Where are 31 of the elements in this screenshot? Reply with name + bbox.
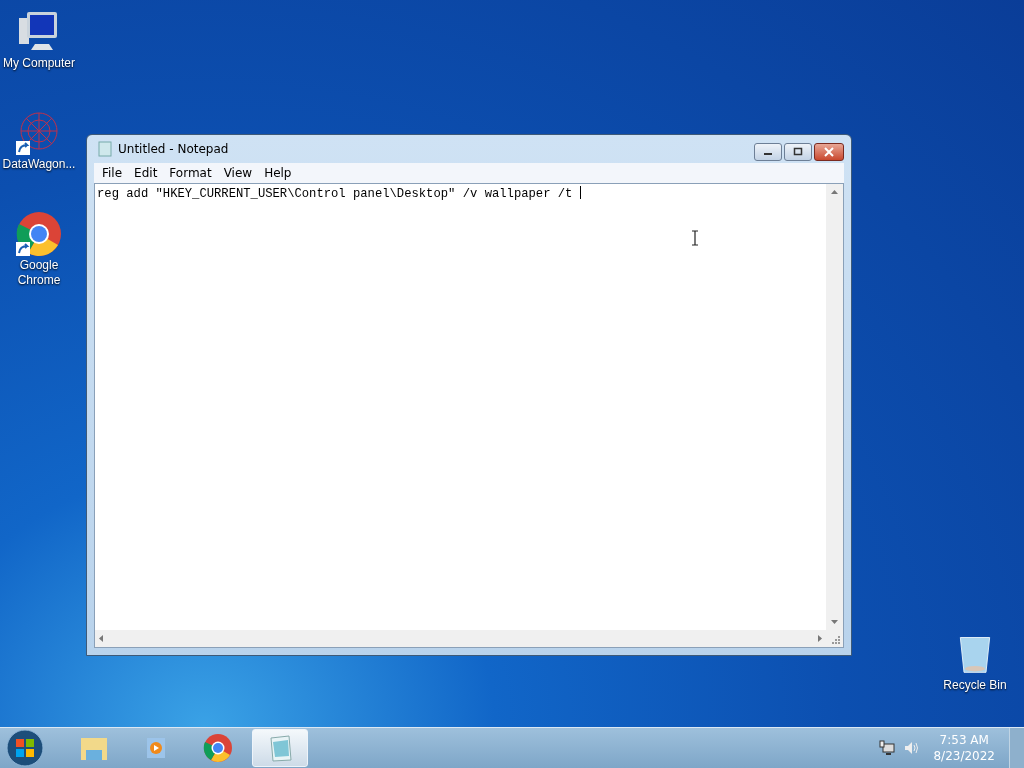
icon-label: DataWagon... (1, 157, 77, 172)
scroll-down-icon[interactable] (831, 620, 838, 624)
scroll-right-icon[interactable] (818, 635, 822, 642)
clock-date: 8/23/2022 (933, 748, 995, 764)
menu-item[interactable]: View (217, 166, 259, 180)
vertical-scrollbar[interactable] (826, 184, 843, 630)
maximize-button[interactable] (784, 143, 812, 161)
notepad-icon (98, 141, 112, 157)
window-title: Untitled - Notepad (118, 142, 229, 156)
menu-item[interactable]: File (96, 166, 129, 180)
speaker-icon[interactable] (903, 740, 920, 756)
menu-item[interactable]: Help (258, 166, 298, 180)
scroll-left-icon[interactable] (99, 635, 103, 642)
menu-item[interactable]: Edit (128, 166, 164, 180)
icon-label: Google Chrome (16, 258, 62, 288)
clock-time: 7:53 AM (939, 732, 989, 748)
horizontal-scrollbar[interactable] (95, 630, 826, 647)
scroll-up-icon[interactable] (831, 190, 838, 194)
chrome-icon (202, 732, 234, 764)
resize-grip-icon[interactable] (830, 634, 840, 644)
close-icon (824, 147, 834, 157)
text-cursor-icon (691, 230, 699, 246)
icon-label: Recycle Bin (942, 678, 1008, 693)
chrome-icon[interactable] (15, 210, 63, 258)
menu-item[interactable]: Format (163, 166, 218, 180)
maximize-icon (793, 147, 803, 157)
network-icon[interactable] (879, 740, 896, 756)
minimize-button[interactable] (754, 143, 782, 161)
start-button[interactable] (6, 729, 44, 767)
icon-label: My Computer (2, 56, 76, 71)
close-button[interactable] (814, 143, 844, 161)
